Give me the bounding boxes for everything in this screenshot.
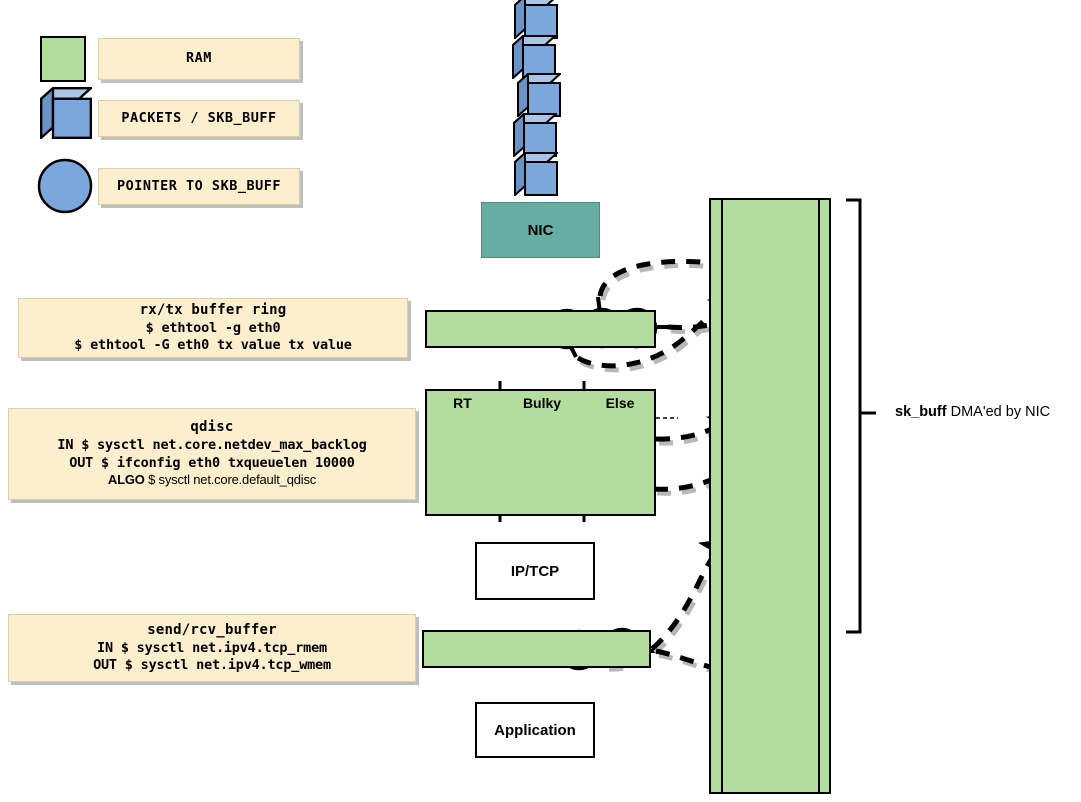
annotation-qdisc: qdisc IN $ sysctl net.core.netdev_max_ba…: [8, 408, 416, 500]
annotation-tag: OUT: [69, 454, 94, 471]
annotation-line: $ ethtool -g eth0: [145, 319, 281, 336]
annotation-tag: ALGO: [107, 471, 145, 487]
legend-item-packets: PACKETS / SKB_BUFF: [98, 100, 300, 137]
qdisc-column-else: Else: [605, 395, 635, 411]
network-stack-diagram: RAM PACKETS / SKB_BUFF POINTER TO SKB_BU…: [0, 0, 1081, 802]
legend-item-ram: RAM: [98, 38, 300, 80]
annotation-title: rx/tx buffer ring: [139, 301, 287, 318]
sk-buff-bold-prefix: sk_buff: [895, 404, 947, 420]
ip-tcp-label: IP/TCP: [510, 562, 560, 580]
ram-column: [709, 198, 831, 794]
legend-pointer-circle-icon: [37, 158, 93, 214]
annotation-line: IN $ sysctl net.core.netdev_max_backlog: [57, 437, 366, 454]
legend-ram-swatch-icon: [40, 36, 86, 82]
ram-inner-line-right: [818, 200, 820, 792]
nic-label: NIC: [527, 221, 554, 239]
sk-buff-label-text: DMA'ed by NIC: [946, 404, 1051, 420]
socket-buffer-strip: [422, 630, 651, 668]
annotation-command: $ sysctl net.core.netdev_max_backlog: [73, 437, 367, 454]
incoming-packet-chain: [512, 0, 561, 196]
ram-scope-bracket: [846, 198, 876, 634]
annotation-line: OUT $ sysctl net.ipv4.tcp_wmem: [93, 657, 331, 674]
annotation-line: $ ethtool -G eth0 tx value tx value: [74, 336, 352, 353]
legend-label-ram: RAM: [186, 50, 212, 67]
annotation-tag: OUT: [93, 656, 117, 673]
annotation-rx-tx-buffer-ring: rx/tx buffer ring $ ethtool -g eth0 $ et…: [18, 298, 408, 358]
sk-buff-dma-label: sk_buff DMA'ed by NIC: [895, 404, 1050, 420]
annotation-tag: IN: [97, 639, 113, 656]
annotation-command: $ sysctl net.ipv4.tcp_wmem: [116, 656, 331, 673]
legend-label-packets: PACKETS / SKB_BUFF: [121, 109, 277, 126]
legend-item-pointer: POINTER TO SKB_BUFF: [98, 168, 300, 205]
ram-inner-line-left: [721, 200, 723, 792]
ip-tcp-box: IP/TCP: [475, 542, 595, 600]
annotation-command: $ sysctl net.ipv4.tcp_rmem: [112, 639, 327, 656]
application-box: Application: [475, 702, 595, 758]
legend-cube-icon: [40, 87, 92, 139]
qdisc-column-bulky: Bulky: [522, 395, 562, 411]
annotation-command: $ ifconfig eth0 txqueuelen 10000: [93, 454, 355, 471]
annotation-tag: IN: [57, 437, 74, 454]
annotation-send-rcv-buffer: send/rcv_buffer IN $ sysctl net.ipv4.tcp…: [8, 614, 416, 682]
annotation-title: qdisc: [190, 419, 234, 436]
nic-box: NIC: [481, 202, 600, 258]
annotation-line: IN $ sysctl net.ipv4.tcp_rmem: [97, 640, 327, 657]
annotation-line: OUT $ ifconfig eth0 txqueuelen 10000: [69, 454, 355, 472]
application-label: Application: [494, 721, 576, 739]
annotation-command: $ sysctl net.core.default_qdisc: [144, 471, 317, 487]
qdisc-column-rt: RT: [453, 395, 472, 411]
legend-label-pointer: POINTER TO SKB_BUFF: [117, 177, 281, 194]
annotation-line: ALGO $ sysctl net.core.default_qdisc: [108, 472, 316, 489]
annotation-title: send/rcv_buffer: [147, 621, 277, 638]
rx-tx-ring-buffer-strip: [425, 310, 656, 348]
